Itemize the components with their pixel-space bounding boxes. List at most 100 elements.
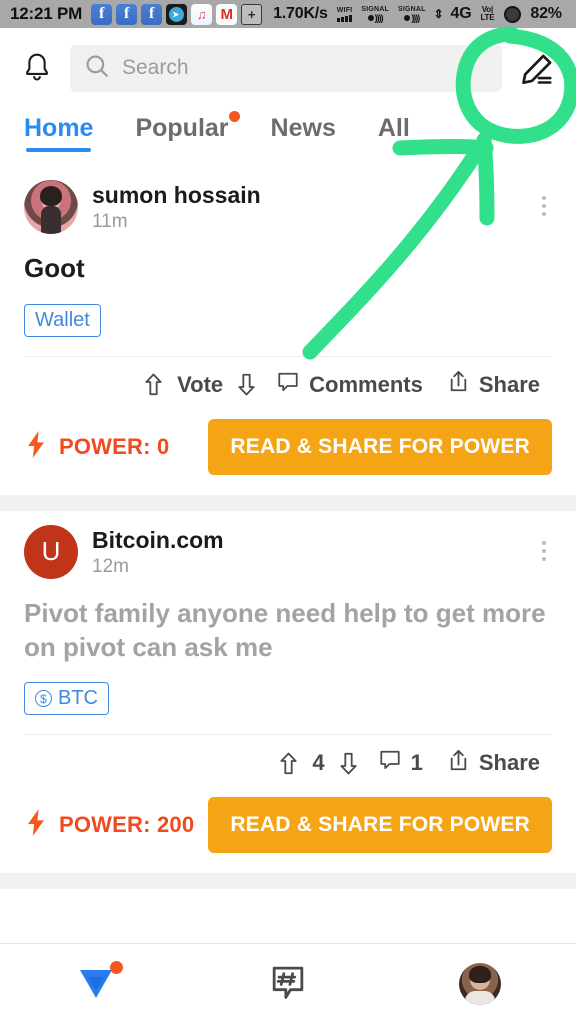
comment-bubble-icon (378, 748, 402, 778)
signal-icon: SIGNAL )))) (397, 5, 426, 23)
volte-bottom: LTE (480, 13, 495, 22)
facebook-icon: f (116, 3, 138, 25)
tab-home-label: Home (24, 114, 94, 142)
edit-pencil-icon[interactable] (514, 48, 558, 92)
tab-news-label: News (270, 114, 336, 142)
post-tag-label: BTC (58, 687, 98, 710)
post-timestamp: 11m (92, 211, 128, 232)
status-clock: 12:21 PM (10, 4, 83, 23)
post-card[interactable]: sumon hossain 11m Goot Wallet Vote Comme… (0, 166, 576, 495)
post-card[interactable]: U Bitcoin.com 12m Pivot family anyone ne… (0, 510, 576, 874)
post-timestamp: 12m (92, 555, 129, 577)
post-separator (0, 873, 576, 890)
post-author[interactable]: sumon hossain (92, 182, 261, 209)
comments-count-label: 1 (410, 750, 423, 776)
lightning-bolt-icon (24, 430, 49, 464)
bottom-navigation (0, 943, 576, 1024)
wifi-icon: WIFI (337, 7, 353, 22)
search-placeholder: Search (122, 56, 189, 79)
comments-count-label: Comments (309, 371, 423, 397)
power-label: POWER: 200 (59, 812, 195, 838)
search-icon (84, 53, 110, 84)
post-overflow-menu-icon[interactable] (536, 190, 552, 222)
upvote-button[interactable] (271, 751, 306, 776)
power-indicator: POWER: 0 (24, 430, 169, 464)
network-type-label: 4G (450, 5, 472, 22)
signal-label: SIGNAL (361, 5, 389, 13)
tab-all[interactable]: All (378, 114, 410, 152)
post-separator (0, 494, 576, 511)
app-header: Search (0, 28, 576, 108)
tab-news[interactable]: News (271, 114, 336, 152)
telegram-icon (166, 3, 188, 25)
app-root: 12:21 PM f f f ♫ M + 1.70K/s WIFI SIGNAL… (0, 0, 576, 1024)
post-tag[interactable]: Wallet (24, 303, 101, 337)
post-actions: Vote Comments Share (24, 357, 552, 413)
battery-percent: 82% (530, 5, 562, 22)
nav-profile-button[interactable] (384, 944, 576, 1024)
post-meta: sumon hossain 11m (92, 180, 261, 233)
power-label: POWER: 0 (59, 433, 170, 459)
downvote-button[interactable] (331, 751, 366, 776)
tab-popular-label: Popular (135, 114, 229, 142)
tab-popular[interactable]: Popular (135, 111, 240, 152)
facebook-icon: f (141, 3, 163, 25)
post-overflow-menu-icon[interactable] (536, 535, 552, 567)
avatar[interactable]: U (24, 524, 78, 579)
post-tag[interactable]: $ BTC (24, 682, 109, 716)
post-header: sumon hossain 11m (24, 180, 552, 234)
status-app-icons: f f f ♫ M + (91, 3, 263, 25)
post-actions: 4 1 Share (24, 735, 552, 791)
data-transfer-icon: ⇕ (433, 7, 444, 21)
feed-tabs: Home Popular News All (0, 108, 576, 166)
tab-all-label: All (377, 114, 410, 142)
vote-count-label: Vote (177, 371, 224, 397)
search-input[interactable]: Search (70, 44, 502, 92)
nav-home-button[interactable] (0, 944, 192, 1024)
notification-bell-icon[interactable] (14, 45, 60, 91)
post-title[interactable]: Pivot family anyone need help to get mor… (24, 597, 552, 665)
nav-badge-dot (110, 961, 123, 974)
gmail-icon: M (216, 3, 238, 25)
coin-dollar-icon: $ (35, 690, 52, 708)
tab-popular-badge-dot (228, 111, 240, 122)
status-bar: 12:21 PM f f f ♫ M + 1.70K/s WIFI SIGNAL… (0, 0, 576, 28)
signal-icon: SIGNAL )))) (361, 5, 389, 23)
facebook-icon: f (91, 3, 113, 25)
volte-icon: Vo| LTE (480, 5, 495, 23)
hashtag-bubble-icon (268, 962, 308, 1007)
pivot-logo-icon (74, 961, 123, 1004)
signal-label: SIGNAL (397, 5, 426, 13)
screenshot-icon: + (241, 3, 263, 25)
comments-button[interactable]: 1 (366, 748, 435, 778)
post-tags: Wallet (24, 303, 552, 337)
power-row: POWER: 200 READ & SHARE FOR POWER (24, 791, 552, 873)
profile-avatar-icon (459, 963, 501, 1005)
vote-count-label: 4 (312, 750, 325, 776)
avatar[interactable] (24, 180, 78, 234)
post-author[interactable]: Bitcoin.com (92, 527, 224, 554)
network-speed: 1.70K/s (273, 5, 328, 22)
music-icon: ♫ (191, 3, 213, 25)
power-row: POWER: 0 READ & SHARE FOR POWER (24, 413, 552, 495)
tab-home[interactable]: Home (24, 114, 93, 152)
power-indicator: POWER: 200 (24, 808, 194, 842)
downvote-button[interactable] (229, 372, 264, 397)
comment-bubble-icon (276, 370, 300, 400)
post-header: U Bitcoin.com 12m (24, 524, 552, 579)
upvote-button[interactable] (136, 372, 171, 397)
comments-button[interactable]: Comments (264, 370, 435, 400)
post-tag-label: Wallet (35, 308, 90, 331)
share-label: Share (478, 371, 540, 397)
share-icon (447, 369, 470, 400)
post-title[interactable]: Goot (24, 252, 552, 286)
read-share-for-power-button[interactable]: READ & SHARE FOR POWER (208, 797, 552, 854)
read-share-for-power-button[interactable]: READ & SHARE FOR POWER (208, 418, 552, 475)
post-meta: Bitcoin.com 12m (92, 525, 224, 578)
battery-icon (504, 5, 522, 23)
lightning-bolt-icon (24, 808, 49, 842)
share-label: Share (478, 750, 540, 776)
nav-topics-button[interactable] (192, 944, 384, 1024)
share-button[interactable]: Share (435, 369, 552, 400)
share-button[interactable]: Share (435, 748, 552, 779)
